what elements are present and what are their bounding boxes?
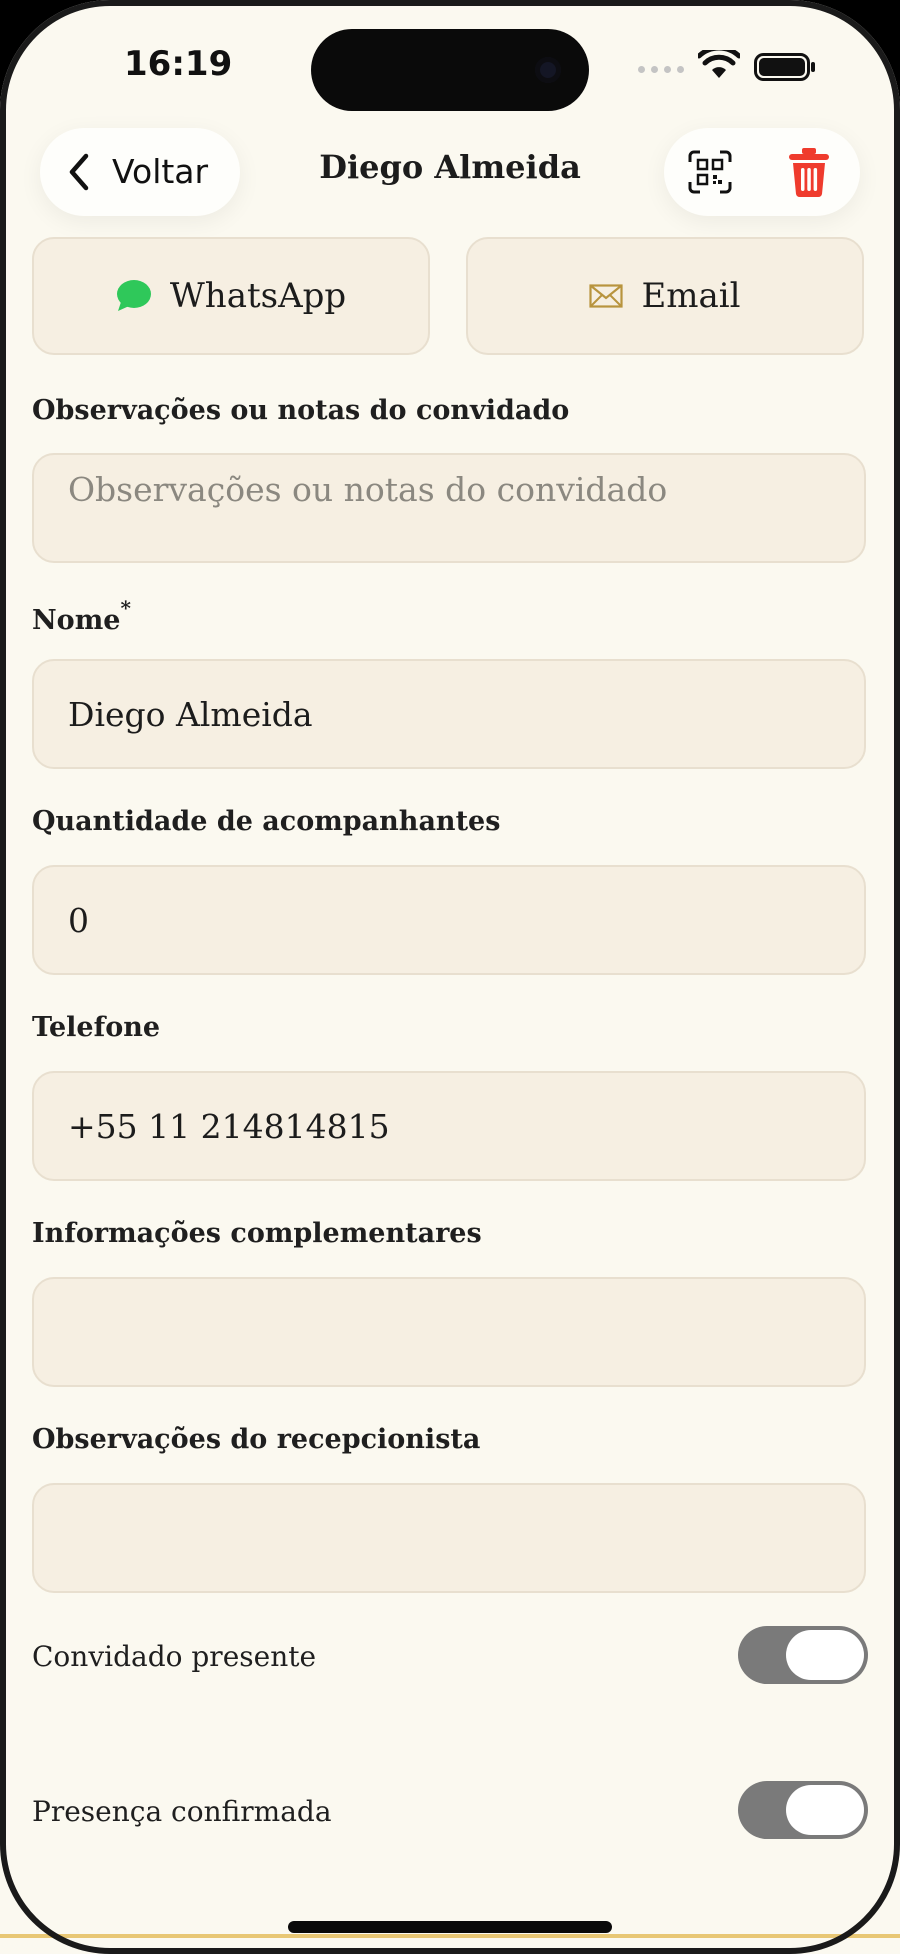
required-mark: * <box>120 596 131 620</box>
companions-label: Quantidade de acompanhantes <box>32 806 501 837</box>
wifi-icon <box>698 50 740 78</box>
toggle-knob <box>786 1785 864 1835</box>
present-toggle-label: Convidado presente <box>32 1640 317 1673</box>
battery-icon <box>754 53 815 81</box>
trash-icon[interactable] <box>786 146 832 198</box>
confirmed-toggle-label: Presença confirmada <box>32 1795 332 1828</box>
email-label: Email <box>641 276 741 316</box>
confirmed-toggle[interactable] <box>738 1781 868 1839</box>
receptionist-notes-label: Observações do recepcionista <box>32 1424 481 1455</box>
name-label: Nome* <box>32 596 131 636</box>
chat-bubble-icon <box>116 280 151 311</box>
envelope-icon <box>589 284 624 308</box>
companions-field[interactable] <box>32 865 866 975</box>
notes-field[interactable] <box>32 453 866 563</box>
present-toggle[interactable] <box>738 1626 868 1684</box>
bottom-accent-line <box>0 1934 900 1938</box>
toggle-knob <box>786 1630 864 1680</box>
header-actions <box>664 128 860 216</box>
qr-code-icon[interactable] <box>688 150 732 194</box>
email-button[interactable]: Email <box>466 237 864 355</box>
name-field[interactable] <box>32 659 866 769</box>
signal-icon <box>638 66 684 73</box>
home-indicator[interactable] <box>288 1921 612 1933</box>
camera-icon <box>535 57 561 83</box>
whatsapp-button[interactable]: WhatsApp <box>32 237 430 355</box>
name-label-text: Nome <box>32 605 121 636</box>
extra-info-field[interactable] <box>32 1277 866 1387</box>
receptionist-notes-field[interactable] <box>32 1483 866 1593</box>
phone-field[interactable] <box>32 1071 866 1181</box>
phone-label: Telefone <box>32 1012 161 1043</box>
dynamic-island <box>311 29 589 111</box>
notes-label: Observações ou notas do convidado <box>32 395 570 426</box>
app-screen: 16:19 Voltar Diego Almeida WhatsApp Emai… <box>0 0 900 1954</box>
whatsapp-label: WhatsApp <box>169 276 347 316</box>
extra-info-label: Informações complementares <box>32 1218 482 1249</box>
status-time: 16:19 <box>124 44 233 84</box>
